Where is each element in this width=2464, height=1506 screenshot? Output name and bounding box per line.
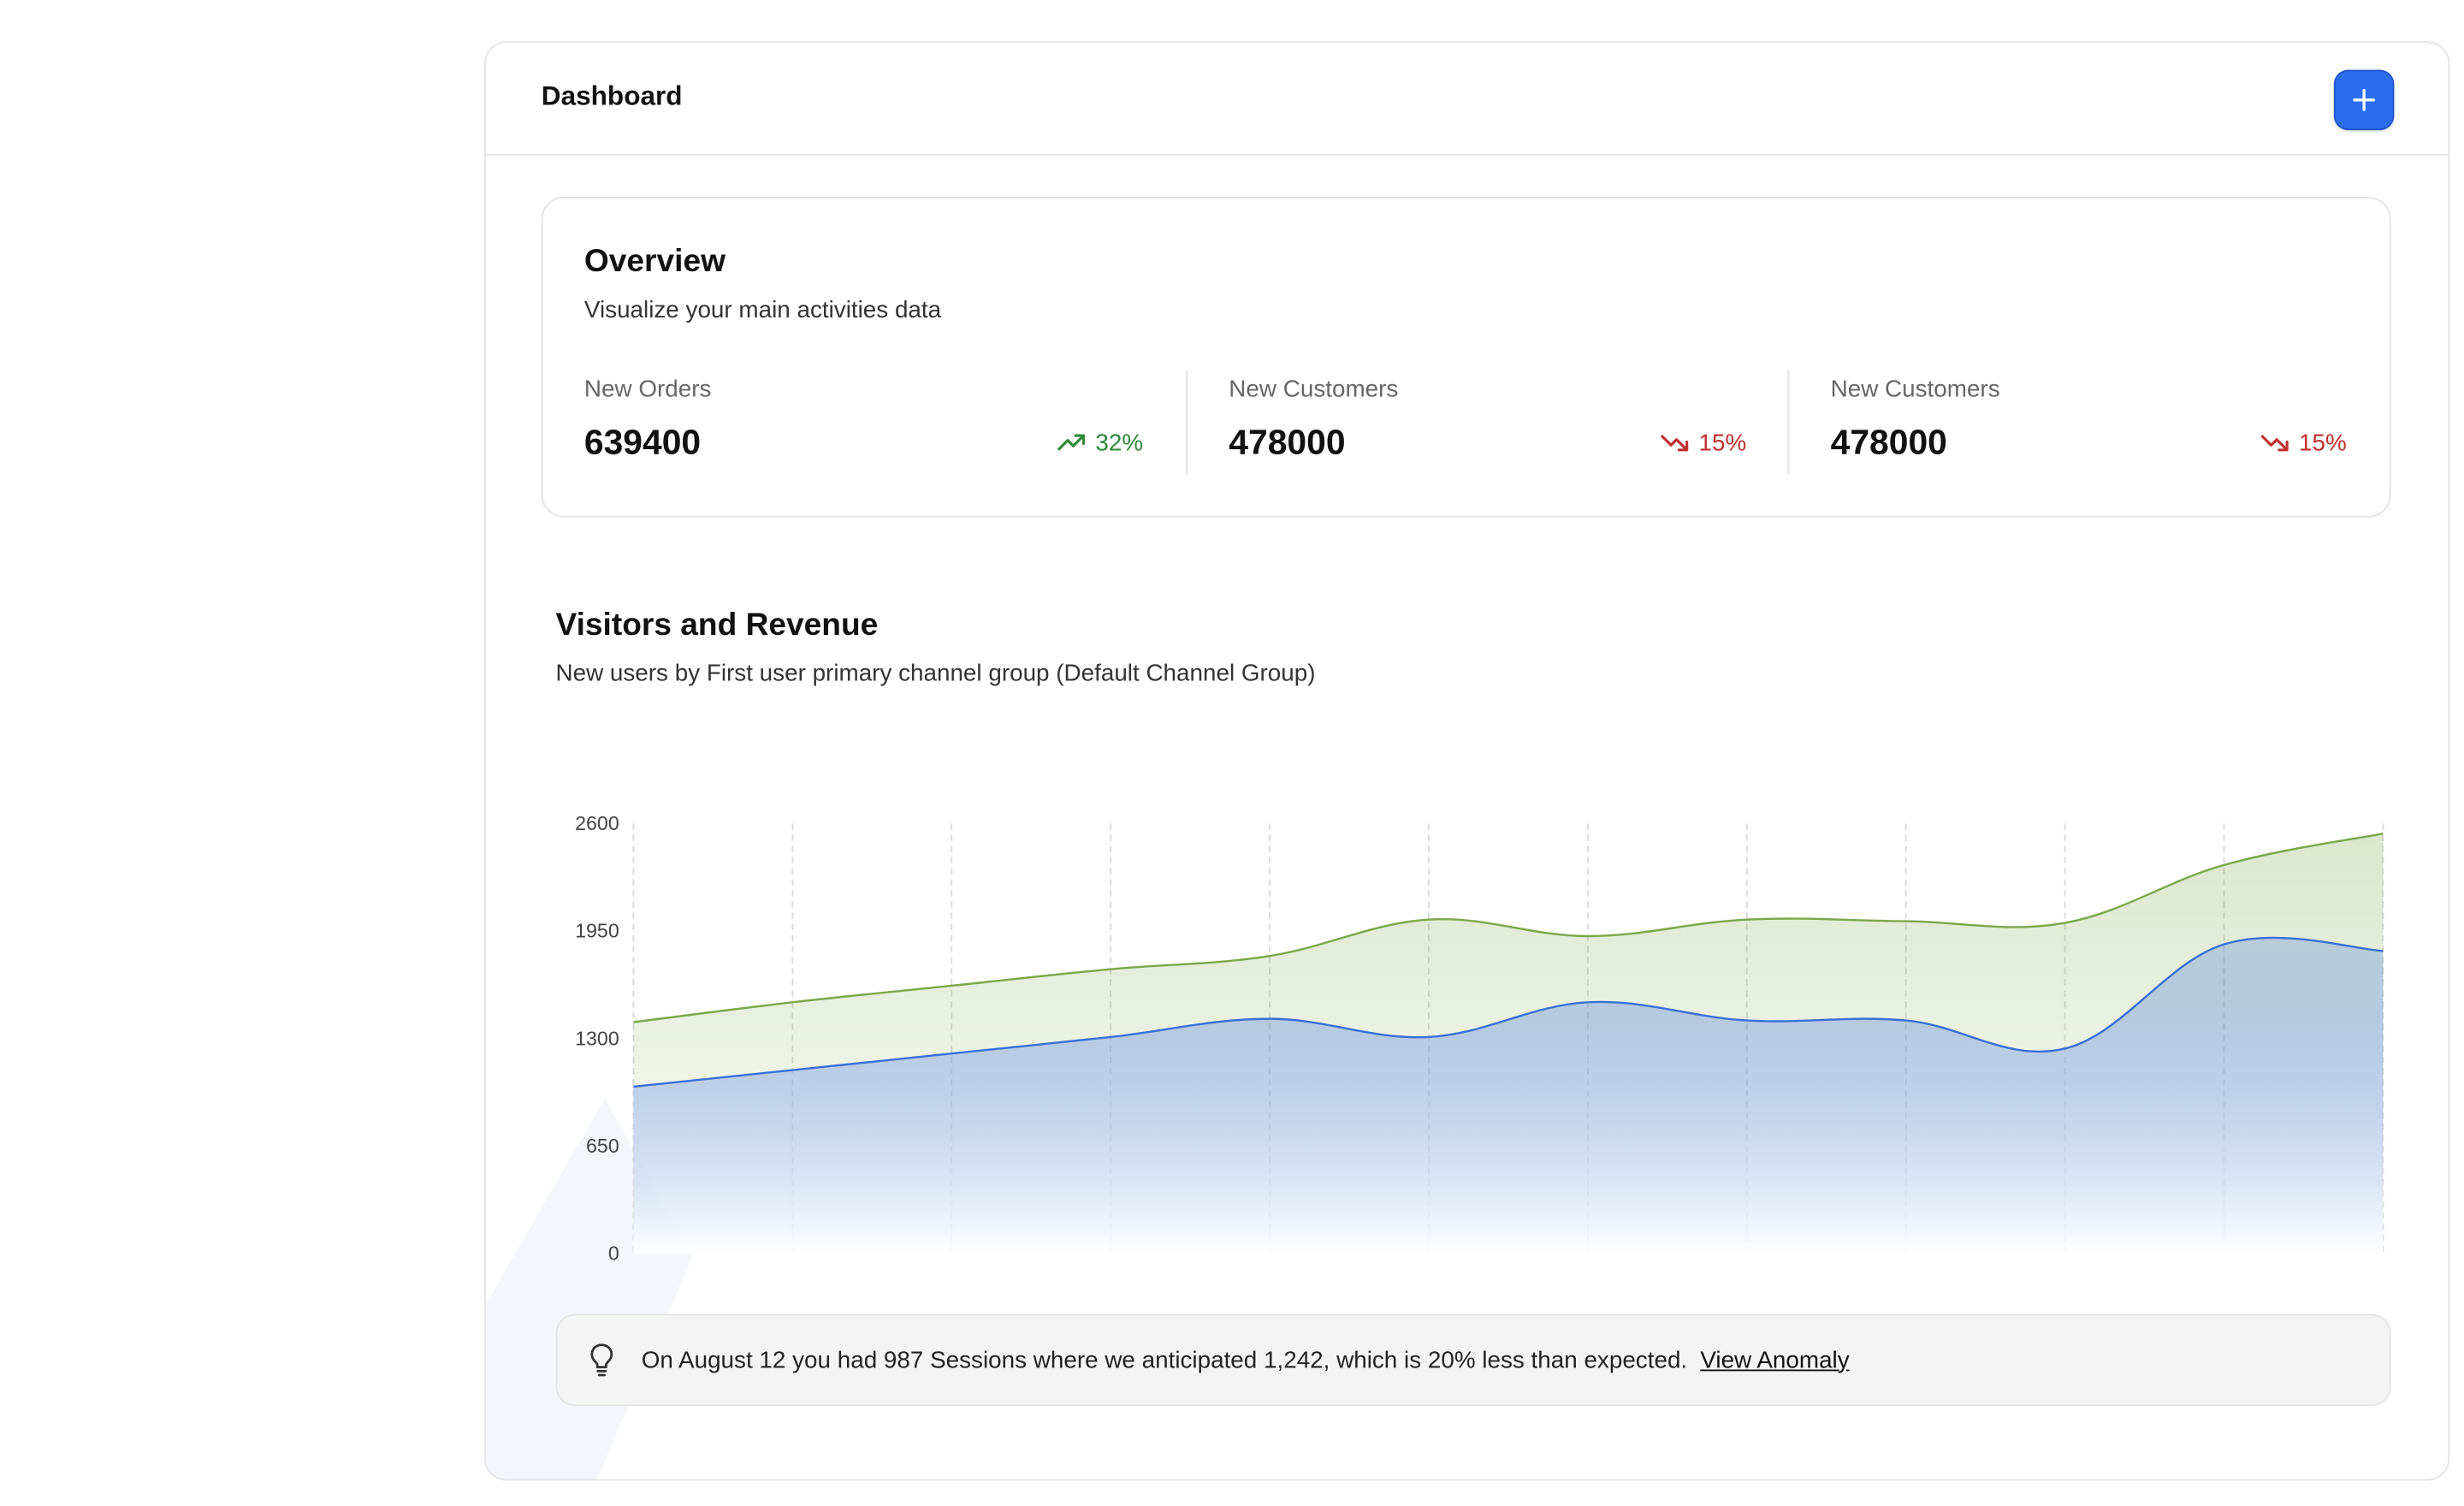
notice-message: On August 12 you had 987 Sessions where … <box>641 1346 1688 1374</box>
dashboard-window: Dashboard Overview Visualize your main a… <box>483 41 2450 1481</box>
x-tick-label: Apr <box>1095 1263 1126 1265</box>
stat-change: 15% <box>2260 429 2347 457</box>
trend-down-icon <box>2260 435 2289 452</box>
stat-change-value: 15% <box>1698 429 1747 457</box>
header: Dashboard <box>485 43 2449 156</box>
stat-value: 478000 <box>1229 422 1346 462</box>
x-tick-label: Dec <box>2366 1263 2397 1265</box>
y-tick-label: 1950 <box>575 920 619 942</box>
visitors-revenue-chart: 0 650 1300 1950 2600 Jan Feb Mar Apr May Jun Jul Au… <box>575 812 2401 1285</box>
x-tick-label: Jan <box>618 1263 649 1265</box>
view-anomaly-link[interactable]: View Anomaly <box>1700 1347 1849 1374</box>
stat-label: New Customers <box>1830 376 2000 404</box>
overview-subtitle: Visualize your main activities data <box>583 296 942 324</box>
stat-new-customers-2: New Customers 478000 15% <box>1787 370 2347 475</box>
x-tick-label: May <box>1251 1263 1288 1265</box>
y-tick-label: 1300 <box>575 1027 619 1049</box>
stage: Dashboard Overview Visualize your main a… <box>0 0 2464 1506</box>
stat-new-customers: New Customers 478000 15% <box>1186 370 1787 475</box>
stat-value: 478000 <box>1830 422 1947 462</box>
x-tick-label: Nov <box>2206 1263 2242 1265</box>
y-tick-label: 650 <box>586 1135 619 1157</box>
trend-down-icon <box>1661 435 1689 452</box>
stat-change: 32% <box>1057 429 1144 457</box>
y-tick-label: 2600 <box>575 812 619 834</box>
x-tick-label: Jul <box>1575 1263 1601 1265</box>
y-tick-label: 0 <box>608 1242 619 1265</box>
x-tick-label: Jun <box>1413 1263 1444 1265</box>
overview-title: Overview <box>583 244 726 280</box>
chart-container: 0 650 1300 1950 2600 Jan Feb Mar Apr May Jun Jul Au… <box>555 773 2401 1285</box>
stat-value: 639400 <box>583 422 702 462</box>
lightbulb-icon <box>589 1343 617 1378</box>
add-button[interactable] <box>2333 69 2395 131</box>
chart-title: Visitors and Revenue <box>555 608 879 643</box>
x-tick-label: Feb <box>775 1263 809 1265</box>
stat-change: 15% <box>1661 429 1747 457</box>
chart-subtitle: New users by First user primary channel … <box>555 660 1316 688</box>
x-tick-label: Sep <box>1888 1263 1923 1265</box>
x-tick-label: Aug <box>1729 1263 1764 1265</box>
anomaly-notice: On August 12 you had 987 Sessions where … <box>555 1313 2391 1407</box>
stat-change-value: 32% <box>1095 429 1144 457</box>
trend-up-icon <box>1057 434 1086 451</box>
notice-text-wrap: On August 12 you had 987 Sessions where … <box>642 1347 1850 1374</box>
stat-label: New Customers <box>1229 376 1399 404</box>
stat-new-orders: New Orders 639400 32% <box>584 370 1143 474</box>
page-title: Dashboard <box>541 80 683 111</box>
stat-change-value: 15% <box>2298 429 2347 457</box>
x-tick-label: Mar <box>934 1263 968 1265</box>
stat-label: New Orders <box>583 376 712 404</box>
x-tick-label: Oct <box>2050 1263 2082 1265</box>
overview-card: Overview Visualize your main activities … <box>541 196 2391 518</box>
plus-icon <box>2353 89 2375 111</box>
